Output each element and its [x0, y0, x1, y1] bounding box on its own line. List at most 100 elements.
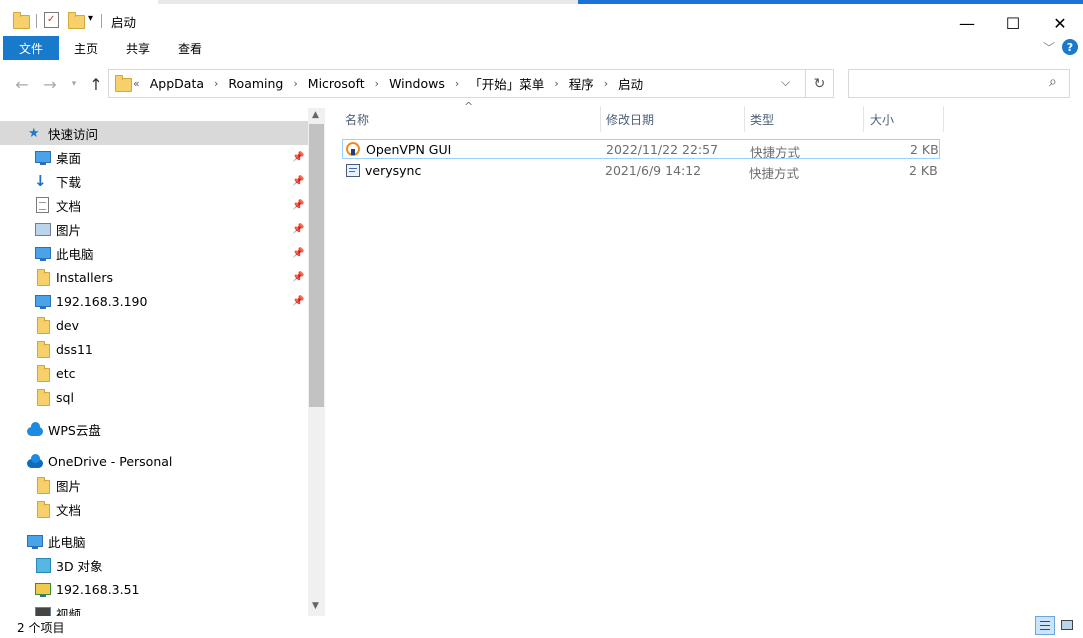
folder-icon — [37, 317, 50, 334]
chevron-right-icon[interactable]: › — [287, 77, 303, 90]
column-header-size[interactable]: 大小 — [870, 106, 894, 132]
nav-dss11[interactable]: dss11 — [0, 337, 308, 361]
breadcrumb-startup[interactable]: 启动 — [614, 74, 647, 93]
file-size: 2 KB — [909, 163, 938, 178]
pin-icon[interactable]: 📌 — [292, 272, 304, 283]
nav-label: 此电脑 — [48, 534, 86, 550]
nav-3d-objects[interactable]: 3D 对象 — [0, 553, 308, 577]
nav-downloads[interactable]: ↓ 下载 📌 — [0, 169, 308, 193]
column-header-type[interactable]: 类型 — [750, 106, 774, 132]
nav-documents[interactable]: 文档 📌 — [0, 193, 308, 217]
column-divider[interactable] — [744, 106, 745, 132]
tab-share[interactable]: 共享 — [112, 36, 164, 60]
nav-pictures[interactable]: 图片 📌 — [0, 217, 308, 241]
minimize-button[interactable]: — — [944, 8, 990, 38]
breadcrumb-roaming[interactable]: Roaming — [224, 76, 287, 91]
large-icons-view-icon[interactable] — [1059, 617, 1076, 634]
search-box[interactable]: ⌕ — [848, 69, 1070, 98]
recent-locations-icon[interactable]: ▾ — [64, 74, 84, 94]
pin-icon[interactable]: 📌 — [292, 176, 304, 187]
new-folder-icon[interactable] — [68, 12, 85, 29]
chevron-right-icon[interactable]: › — [548, 77, 564, 90]
quick-access-dropdown-icon[interactable]: ▾ — [88, 13, 93, 24]
nav-sql[interactable]: sql — [0, 385, 308, 409]
nav-this-pc[interactable]: 此电脑 📌 — [0, 241, 308, 265]
chevron-right-icon[interactable]: › — [208, 77, 224, 90]
nav-network-location-51[interactable]: 192.168.3.51 — [0, 577, 308, 601]
breadcrumb: « AppData › Roaming › Microsoft › Window… — [133, 70, 647, 97]
address-bar[interactable]: « AppData › Roaming › Microsoft › Window… — [108, 69, 806, 98]
nav-label: 桌面 — [56, 150, 82, 166]
close-button[interactable]: ✕ — [1037, 8, 1083, 38]
pin-icon[interactable]: 📌 — [292, 248, 304, 259]
tab-file[interactable]: 文件 — [3, 36, 59, 60]
navigation-pane: ★ 快速访问 桌面 📌 ↓ 下载 📌 文档 📌 图片 📌 此电脑 📌 Insta… — [0, 120, 308, 616]
address-dropdown-icon[interactable]: ⌵ — [781, 75, 790, 90]
nav-label: 192.168.3.51 — [56, 581, 140, 597]
column-divider[interactable] — [943, 106, 944, 132]
file-date: 2022/11/22 22:57 — [606, 142, 719, 157]
nav-network-drive-190[interactable]: 192.168.3.190 📌 — [0, 289, 308, 313]
network-location-icon — [35, 583, 51, 597]
computer-icon — [35, 247, 51, 261]
nav-dev[interactable]: dev — [0, 313, 308, 337]
breadcrumb-appdata[interactable]: AppData — [146, 76, 208, 91]
scroll-up-icon[interactable]: ▲ — [312, 110, 319, 120]
nav-label: 图片 — [56, 478, 82, 494]
nav-this-pc-root[interactable]: 此电脑 — [0, 529, 308, 553]
divider — [101, 14, 102, 28]
wps-cloud-icon — [27, 422, 43, 436]
file-date: 2021/6/9 14:12 — [605, 163, 702, 178]
nav-wps-cloud[interactable]: WPS云盘 — [0, 417, 308, 441]
forward-arrow-icon[interactable]: → — [40, 74, 60, 94]
nav-desktop[interactable]: 桌面 📌 — [0, 145, 308, 169]
nav-installers[interactable]: Installers 📌 — [0, 265, 308, 289]
file-row[interactable]: OpenVPN GUI 2022/11/22 22:57 快捷方式 2 KB — [342, 139, 940, 160]
breadcrumb-start-menu[interactable]: 「开始」菜单 — [465, 74, 548, 93]
chevron-right-icon[interactable]: › — [369, 77, 385, 90]
nav-label: 文档 — [56, 198, 82, 214]
breadcrumb-microsoft[interactable]: Microsoft — [304, 76, 369, 91]
scrollbar-thumb[interactable] — [309, 124, 324, 407]
file-row[interactable]: verysync 2021/6/9 14:12 快捷方式 2 KB — [342, 161, 940, 181]
tab-view[interactable]: 查看 — [164, 36, 216, 60]
nav-label: OneDrive - Personal — [48, 453, 173, 469]
nav-label: 图片 — [56, 222, 82, 238]
column-divider[interactable] — [863, 106, 864, 132]
nav-etc[interactable]: etc — [0, 361, 308, 385]
expand-ribbon-icon[interactable]: ﹀ — [1043, 39, 1055, 56]
breadcrumb-windows[interactable]: Windows — [385, 76, 449, 91]
title-bar: ✓ ▾ 启动 — ☐ ✕ — [0, 4, 1083, 36]
search-icon[interactable]: ⌕ — [1049, 74, 1057, 90]
back-arrow-icon[interactable]: ← — [12, 74, 32, 94]
scroll-down-icon[interactable]: ▼ — [312, 601, 319, 611]
shortcut-icon — [346, 164, 360, 177]
refresh-button[interactable]: ↻ — [805, 69, 834, 98]
chevron-right-icon[interactable]: › — [598, 77, 614, 90]
file-type: 快捷方式 — [749, 166, 800, 181]
nav-scrollbar[interactable]: ▲ ▼ — [308, 108, 325, 616]
column-header-name[interactable]: 名称 — [345, 106, 369, 132]
column-header-date[interactable]: 修改日期 — [606, 106, 654, 132]
breadcrumb-programs[interactable]: 程序 — [565, 74, 598, 93]
breadcrumb-overflow[interactable]: « — [133, 77, 146, 90]
properties-icon[interactable]: ✓ — [44, 12, 59, 28]
help-icon[interactable]: ? — [1062, 39, 1078, 55]
nav-onedrive[interactable]: OneDrive - Personal — [0, 449, 308, 473]
pin-icon[interactable]: 📌 — [292, 200, 304, 211]
pin-icon[interactable]: 📌 — [292, 224, 304, 235]
up-arrow-icon[interactable]: ↑ — [86, 74, 106, 94]
tab-home[interactable]: 主页 — [60, 36, 112, 60]
document-icon — [36, 197, 49, 213]
openvpn-icon — [346, 142, 360, 156]
column-divider[interactable] — [600, 106, 601, 132]
pin-icon[interactable]: 📌 — [292, 152, 304, 163]
details-view-icon[interactable] — [1035, 616, 1055, 635]
pin-icon[interactable]: 📌 — [292, 296, 304, 307]
nav-onedrive-pictures[interactable]: 图片 — [0, 473, 308, 497]
nav-videos[interactable]: 视频 — [0, 601, 308, 616]
maximize-button[interactable]: ☐ — [990, 8, 1036, 38]
nav-quick-access[interactable]: ★ 快速访问 — [0, 121, 308, 145]
chevron-right-icon[interactable]: › — [449, 77, 465, 90]
nav-onedrive-documents[interactable]: 文档 — [0, 497, 308, 521]
